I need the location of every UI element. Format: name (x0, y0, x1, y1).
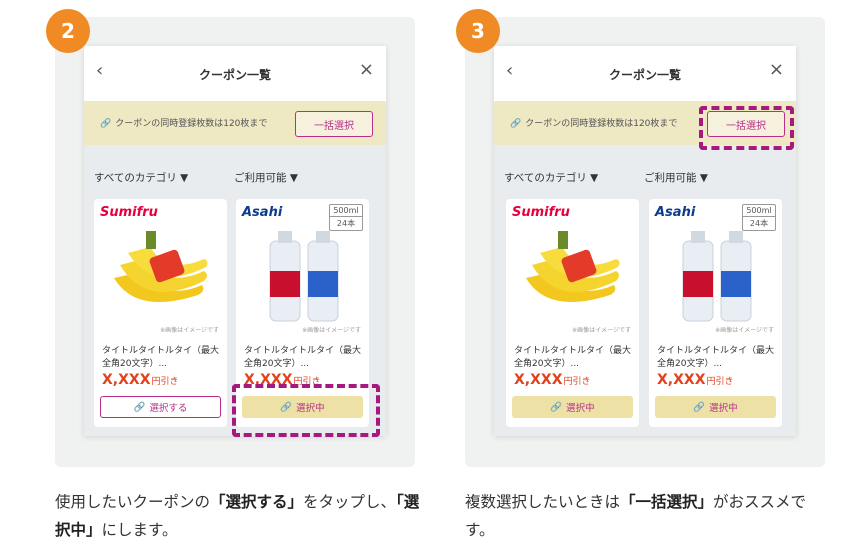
step2-caption: 使用したいクーポンの「選択する」をタップし、「選択中」にします。 (55, 488, 425, 544)
coupon-limit-notice: 🔗 クーポンの同時登録枚数は120枚まで 一括選択 (84, 101, 386, 145)
coupon-card[interactable]: Asahi 500ml 24本 ※画像はイメージです タイトルタイトルタイ（最大… (649, 199, 782, 427)
notice-text: クーポンの同時登録枚数は120枚まで (525, 119, 678, 129)
availability-filter[interactable]: ご利用可能 ▼ (644, 170, 708, 185)
highlight-dashed-box (232, 384, 380, 437)
caption-text: をタップし、 (303, 493, 397, 511)
brand-logo: Sumifru (100, 205, 158, 220)
price-unit: 円引き (563, 377, 591, 387)
coupon-price: X,XXX円引き (657, 372, 734, 388)
availability-filter[interactable]: ご利用可能 ▼ (234, 170, 298, 185)
coupon-list-screen: ‹ クーポン一覧 × 🔗 クーポンの同時登録枚数は120枚まで 一括選択 すべての… (494, 46, 796, 436)
volume-label: 500ml (333, 206, 359, 215)
banana-image (114, 231, 208, 303)
image-note: ※画像はイメージです (715, 327, 774, 334)
bottled-water-image (682, 231, 752, 322)
screen-header: ‹ クーポン一覧 × (494, 46, 796, 101)
price-unit: 円引き (706, 377, 734, 387)
coupon-price: X,XXX円引き (102, 372, 179, 388)
brand-logo: Asahi (655, 205, 696, 220)
coupon-title: タイトルタイトルタイ（最大全角20文字）... (102, 346, 220, 369)
caption-emphasis: 「一括選択」 (620, 493, 714, 511)
category-filter[interactable]: すべてのカテゴリ ▼ (94, 170, 188, 185)
coupon-list-screen: ‹ クーポン一覧 × 🔗 クーポンの同時登録枚数は120枚まで 一括選択 すべての… (84, 46, 386, 436)
select-button-label: 選択する (149, 403, 188, 414)
selected-button-label: 選択中 (709, 403, 738, 414)
selected-button-label: 選択中 (566, 403, 595, 414)
image-note: ※画像はイメージです (302, 327, 361, 334)
banana-image (526, 231, 620, 303)
caption-text: にします。 (101, 521, 178, 539)
paperclip-icon: 🔗 (693, 401, 706, 413)
selected-button[interactable]: 🔗 選択中 (655, 396, 776, 418)
paperclip-icon: 🔗 (100, 119, 112, 129)
price-value: X,XXX (657, 372, 706, 388)
bulk-select-button[interactable]: 一括選択 (295, 111, 373, 137)
coupon-title: タイトルタイトルタイ（最大全角20文字）... (657, 346, 775, 369)
volume-label: 500ml (746, 206, 772, 215)
price-unit: 円引き (151, 377, 179, 387)
brand-logo: Asahi (242, 205, 283, 220)
caption-emphasis: 「選択する」 (210, 493, 304, 511)
coupon-card[interactable]: Sumifru ※画像はイメージです タイトルタイトルタイ（最大全角20文字）.… (94, 199, 227, 427)
caption-text: 使用したいクーポンの (55, 493, 211, 511)
price-value: X,XXX (514, 372, 563, 388)
screen-title: クーポン一覧 (608, 68, 681, 82)
selected-button[interactable]: 🔗 選択中 (512, 396, 633, 418)
coupon-price: X,XXX円引き (514, 372, 591, 388)
close-icon[interactable]: × (769, 59, 784, 80)
paperclip-icon: 🔗 (510, 119, 522, 129)
brand-logo: Sumifru (512, 205, 570, 220)
highlight-dashed-box (699, 106, 794, 150)
screen-header: ‹ クーポン一覧 × (84, 46, 386, 101)
coupon-title: タイトルタイトルタイ（最大全角20文字）... (514, 346, 632, 369)
paperclip-icon: 🔗 (550, 401, 563, 413)
image-note: ※画像はイメージです (572, 327, 631, 334)
coupon-grid-area: すべてのカテゴリ ▼ ご利用可能 ▼ Sumifru ※画像はイメージです タイ… (494, 145, 796, 436)
paperclip-icon: 🔗 (133, 401, 146, 413)
coupon-card[interactable]: Sumifru ※画像はイメージです タイトルタイトルタイ（最大全角20文字）.… (506, 199, 639, 427)
notice-text: クーポンの同時登録枚数は120枚まで (115, 119, 268, 129)
image-note: ※画像はイメージです (160, 327, 219, 334)
coupon-title: タイトルタイトルタイ（最大全角20文字）... (244, 346, 362, 369)
caption-text: 複数選択したいときは (465, 493, 621, 511)
select-button[interactable]: 🔗 選択する (100, 396, 221, 418)
close-icon[interactable]: × (359, 59, 374, 80)
screen-title: クーポン一覧 (198, 68, 271, 82)
bottled-water-image (269, 231, 339, 322)
category-filter[interactable]: すべてのカテゴリ ▼ (504, 170, 598, 185)
price-value: X,XXX (102, 372, 151, 388)
step3-caption: 複数選択したいときは「一括選択」がおススメです。 (465, 488, 825, 544)
